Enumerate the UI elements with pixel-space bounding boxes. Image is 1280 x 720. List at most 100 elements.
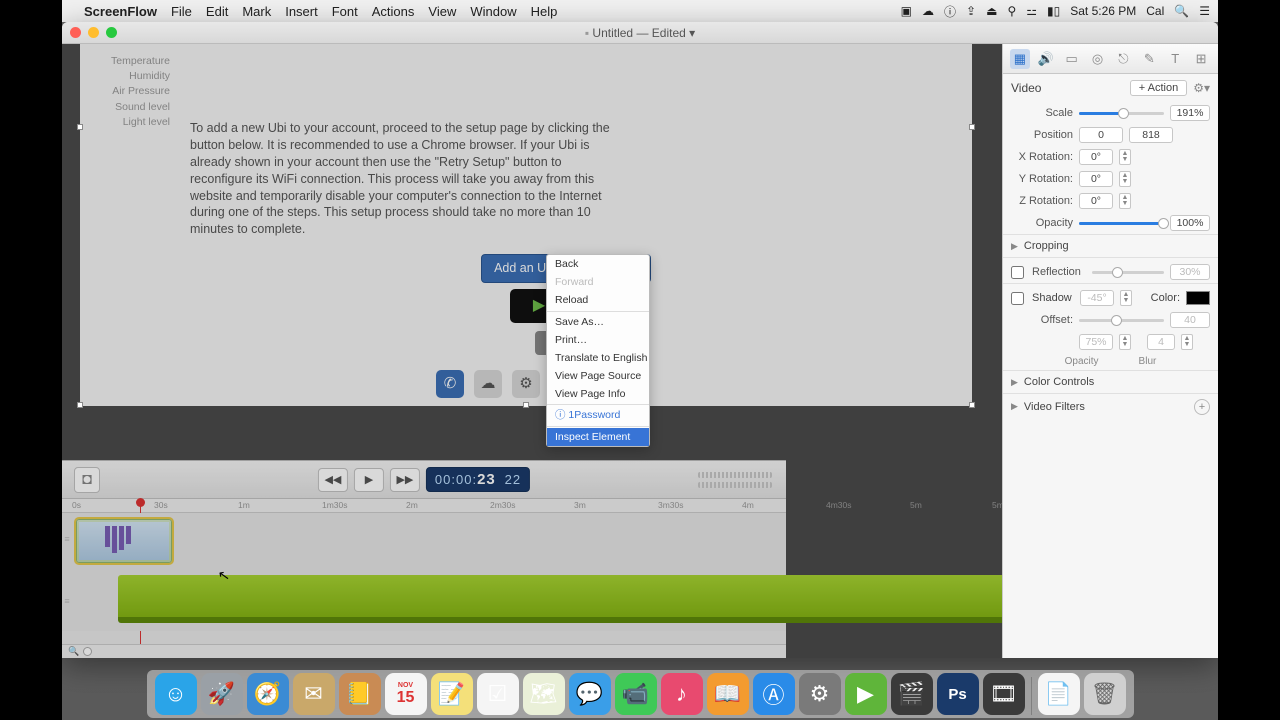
- dock-ibooks[interactable]: 📖: [707, 673, 749, 715]
- selection-handle[interactable]: [969, 124, 975, 130]
- color-controls-section[interactable]: ▶Color Controls: [1003, 370, 1218, 393]
- spotlight-icon[interactable]: 🔍: [1174, 4, 1189, 18]
- shadow-checkbox[interactable]: [1011, 292, 1024, 305]
- user-menu[interactable]: Cal: [1146, 4, 1164, 18]
- audio-clip[interactable]: [118, 575, 1002, 623]
- dock-safari[interactable]: 🧭: [247, 673, 289, 715]
- menu-view[interactable]: View: [428, 4, 456, 19]
- dock-settings[interactable]: ⚙: [799, 673, 841, 715]
- dock-itunes[interactable]: ♪: [661, 673, 703, 715]
- add-filter-button[interactable]: +: [1194, 399, 1210, 415]
- tab-audio[interactable]: 🔊: [1036, 49, 1056, 69]
- xrot-value[interactable]: 0°: [1079, 149, 1113, 165]
- menu-font[interactable]: Font: [332, 4, 358, 19]
- tab-video[interactable]: ▦: [1010, 49, 1030, 69]
- inspector-gear-icon[interactable]: ⚙▾: [1193, 81, 1210, 95]
- reflection-slider[interactable]: [1092, 271, 1164, 274]
- timeline-tracks[interactable]: ≡ ≡ ↖: [62, 513, 786, 631]
- dock-mail[interactable]: ✉: [293, 673, 335, 715]
- position-x[interactable]: 0: [1079, 127, 1123, 143]
- xrot-stepper[interactable]: ▲▼: [1119, 149, 1131, 165]
- menu-extra-icon[interactable]: ⓘ: [944, 3, 956, 20]
- zoom-slider-knob[interactable]: [83, 647, 92, 656]
- tab-media[interactable]: ⊞: [1191, 49, 1211, 69]
- opacity-slider[interactable]: [1079, 222, 1164, 225]
- dock-launchpad[interactable]: 🚀: [201, 673, 243, 715]
- tab-callout[interactable]: ◎: [1088, 49, 1108, 69]
- video-filters-section[interactable]: ▶Video Filters +: [1003, 393, 1218, 420]
- selection-handle[interactable]: [969, 402, 975, 408]
- dock-calendar[interactable]: NOV15: [385, 673, 427, 715]
- dock-facetime[interactable]: 📹: [615, 673, 657, 715]
- clock[interactable]: Sat 5:26 PM: [1070, 4, 1136, 18]
- menu-extra-icon[interactable]: ⏏: [986, 4, 997, 18]
- video-clip[interactable]: [76, 519, 172, 563]
- yrot-value[interactable]: 0°: [1079, 171, 1113, 187]
- tab-annotate[interactable]: ✎: [1139, 49, 1159, 69]
- shadow-color-swatch[interactable]: [1186, 291, 1210, 305]
- menu-extra-icon[interactable]: ⇪: [966, 4, 976, 18]
- tab-touch[interactable]: ⎋: [1113, 49, 1133, 69]
- dock-photoshop[interactable]: Ps: [937, 673, 979, 715]
- reflection-checkbox[interactable]: [1011, 266, 1024, 279]
- scale-value[interactable]: 191%: [1170, 105, 1210, 121]
- dock-messages[interactable]: 💬: [569, 673, 611, 715]
- tab-screen[interactable]: ▭: [1062, 49, 1082, 69]
- menu-insert[interactable]: Insert: [285, 4, 318, 19]
- step-forward-button[interactable]: ▶▶: [390, 468, 420, 492]
- menu-extra-icon[interactable]: ▣: [901, 4, 912, 18]
- shadow-stepper[interactable]: ▲▼: [1120, 290, 1132, 306]
- menu-window[interactable]: Window: [470, 4, 516, 19]
- selection-handle[interactable]: [77, 124, 83, 130]
- position-y[interactable]: 818: [1129, 127, 1173, 143]
- zrot-value[interactable]: 0°: [1079, 193, 1113, 209]
- tab-text[interactable]: T: [1165, 49, 1185, 69]
- battery-icon[interactable]: ▮▯: [1047, 4, 1060, 18]
- yrot-stepper[interactable]: ▲▼: [1119, 171, 1131, 187]
- cropping-section[interactable]: ▶Cropping: [1003, 234, 1218, 257]
- canvas-area[interactable]: Temperature Humidity Air Pressure Sound …: [62, 44, 1002, 658]
- dock-document[interactable]: 📄: [1038, 673, 1080, 715]
- dock-contacts[interactable]: 📒: [339, 673, 381, 715]
- app-name[interactable]: ScreenFlow: [84, 4, 157, 19]
- canvas-clip[interactable]: Temperature Humidity Air Pressure Sound …: [80, 44, 972, 406]
- timeline-ruler[interactable]: 0s 30s 1m 1m30s 2m 2m30s 3m 3m30s 4m 4m3…: [62, 499, 786, 513]
- dock-finalcut[interactable]: 🎬: [891, 673, 933, 715]
- shadow-angle[interactable]: -45°: [1080, 290, 1114, 306]
- titlebar[interactable]: ▪ Untitled — Edited ▾: [62, 22, 1218, 44]
- add-action-button[interactable]: + Action: [1130, 80, 1187, 96]
- crop-button[interactable]: ◘: [74, 467, 100, 493]
- dock-screenflow[interactable]: 🎞: [983, 673, 1025, 715]
- menu-file[interactable]: File: [171, 4, 192, 19]
- notification-center-icon[interactable]: ☰: [1199, 4, 1210, 18]
- track-handle[interactable]: ≡: [62, 591, 72, 611]
- opacity-value[interactable]: 100%: [1170, 215, 1210, 231]
- track-handle[interactable]: ≡: [62, 529, 72, 549]
- selection-handle[interactable]: [77, 402, 83, 408]
- scale-slider[interactable]: [1079, 112, 1164, 115]
- dock-reminders[interactable]: ☑: [477, 673, 519, 715]
- selection-handle[interactable]: [523, 402, 529, 408]
- offset-slider[interactable]: [1079, 319, 1164, 322]
- menu-actions[interactable]: Actions: [372, 4, 415, 19]
- dock-notes[interactable]: 📝: [431, 673, 473, 715]
- wifi-icon[interactable]: ⚍: [1026, 4, 1037, 18]
- shadow-opacity-value[interactable]: 75%: [1079, 334, 1113, 350]
- bluetooth-icon[interactable]: ⚲: [1007, 4, 1016, 18]
- zrot-stepper[interactable]: ▲▼: [1119, 193, 1131, 209]
- dock-appstore[interactable]: Ⓐ: [753, 673, 795, 715]
- search-icon[interactable]: 🔍: [68, 646, 79, 657]
- shadow-blur-value[interactable]: 4: [1147, 334, 1175, 350]
- dock-feedly[interactable]: ▶: [845, 673, 887, 715]
- step-back-button[interactable]: ◀◀: [318, 468, 348, 492]
- menu-mark[interactable]: Mark: [242, 4, 271, 19]
- play-button[interactable]: ▶: [354, 468, 384, 492]
- dock-maps[interactable]: 🗺: [523, 673, 565, 715]
- menu-extra-icon[interactable]: ☁: [922, 4, 934, 18]
- menu-help[interactable]: Help: [531, 4, 558, 19]
- dock-finder[interactable]: ☺: [155, 673, 197, 715]
- shadow-blur-stepper[interactable]: ▲▼: [1181, 334, 1193, 350]
- shadow-opacity-stepper[interactable]: ▲▼: [1119, 334, 1131, 350]
- menu-edit[interactable]: Edit: [206, 4, 228, 19]
- dock-trash[interactable]: 🗑: [1084, 673, 1126, 715]
